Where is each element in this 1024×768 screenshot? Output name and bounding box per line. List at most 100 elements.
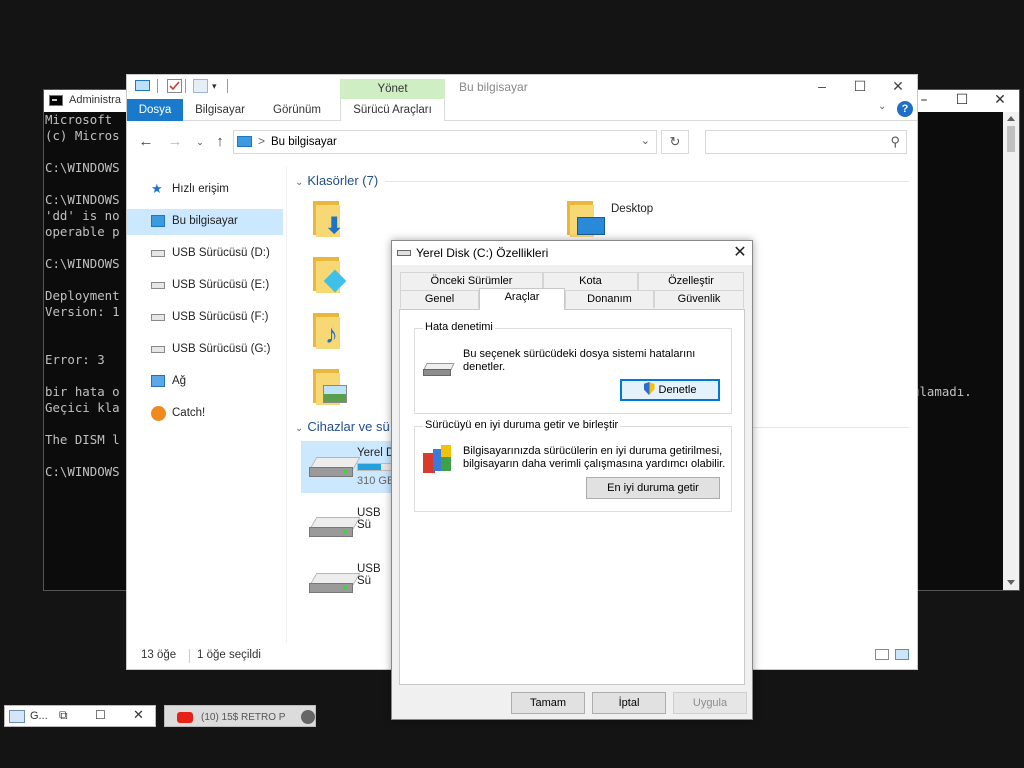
computer-icon	[151, 215, 165, 227]
ribbon-tabs: Dosya Bilgisayar Görünüm Sürücü Araçları	[127, 99, 917, 121]
scroll-up-icon[interactable]	[1007, 116, 1015, 121]
cancel-button[interactable]: İptal	[592, 692, 666, 714]
scroll-down-icon[interactable]	[1007, 580, 1015, 585]
tab-file[interactable]: Dosya	[127, 99, 183, 121]
optimize-group: Sürücüyü en iyi duruma getir ve birleşti…	[414, 419, 732, 512]
ribbon-expand-icon[interactable]: ⌄	[878, 101, 890, 117]
tab-hardware[interactable]: Donanım	[565, 290, 654, 308]
maximize-icon[interactable]: ☐	[95, 708, 106, 722]
folder-pictures[interactable]	[313, 369, 347, 405]
folder-music[interactable]: ♪	[313, 313, 343, 349]
navigation-pane: ★ Hızlı erişim Bu bilgisayar USB Sürücüs…	[127, 167, 287, 643]
cmd-maximize-button[interactable]: ☐	[943, 90, 981, 112]
picture-icon	[323, 385, 347, 403]
catch-icon	[151, 406, 166, 421]
music-note-icon: ♪	[325, 319, 338, 349]
scroll-thumb[interactable]	[1007, 126, 1015, 152]
cmd-icon	[49, 95, 63, 106]
sidebar-item-catch[interactable]: Catch!	[127, 401, 283, 427]
properties-check-icon[interactable]	[167, 79, 182, 93]
refresh-icon[interactable]: ↻	[661, 130, 689, 154]
close-button[interactable]: ✕	[728, 241, 752, 265]
recent-locations-icon[interactable]: ⌄	[189, 132, 211, 152]
large-icons-view-icon[interactable]	[895, 649, 909, 660]
computer-icon	[237, 136, 252, 147]
group-header-devices[interactable]: ⌄ Cihazlar ve sü	[295, 419, 390, 434]
desktop-icon	[577, 217, 605, 235]
defrag-icon	[423, 445, 453, 475]
breadcrumb[interactable]: Bu bilgisayar	[271, 136, 337, 148]
tab-tools[interactable]: Araçlar	[479, 288, 565, 310]
sidebar-item-usb-g[interactable]: USB Sürücüsü (G:)	[127, 337, 283, 363]
usb-drive-icon	[151, 314, 165, 321]
hard-drive-icon	[423, 363, 455, 377]
tools-panel: Hata denetimi Bu seçenek sürücüdeki dosy…	[399, 309, 745, 685]
usb-drive-icon	[151, 346, 165, 353]
restore-icon[interactable]: ⧉	[59, 708, 68, 723]
sidebar-item-usb-d[interactable]: USB Sürücüsü (D:)	[127, 241, 283, 267]
item-count: 13 öğe	[141, 649, 177, 661]
dialog-titlebar[interactable]: Yerel Disk (C:) Özellikleri ✕	[392, 241, 752, 265]
search-icon: ⚲	[890, 134, 900, 149]
tab-view[interactable]: Görünüm	[267, 99, 327, 121]
qat-dropdown-icon[interactable]: ▾	[212, 81, 217, 92]
uac-shield-icon	[643, 382, 655, 395]
close-icon[interactable]: ✕	[133, 707, 144, 723]
app-icon	[9, 710, 25, 723]
drive-item-usb[interactable]: USB Sü	[301, 557, 397, 607]
tab-general[interactable]: Genel	[400, 290, 479, 308]
usb-drive-icon	[151, 250, 165, 257]
hard-drive-icon	[309, 457, 361, 479]
properties-dialog[interactable]: Yerel Disk (C:) Özellikleri ✕ Önceki Sür…	[391, 240, 753, 720]
maximize-button[interactable]: ☐	[841, 75, 879, 99]
group-title: Sürücüyü en iyi duruma getir ve birleşti…	[423, 419, 621, 431]
error-check-description: Bu seçenek sürücüdeki dosya sistemi hata…	[463, 348, 696, 373]
breadcrumb-separator: >	[258, 134, 266, 148]
drive-item-usb[interactable]: USB Sü	[301, 501, 397, 551]
chevron-down-icon[interactable]: ⌄	[641, 134, 650, 147]
drive-size: 310 GB	[357, 475, 395, 487]
up-arrow-icon[interactable]: ↑	[209, 132, 231, 152]
minimize-button[interactable]: –	[803, 75, 841, 99]
folder-downloads[interactable]: ⬇	[313, 201, 343, 238]
taskbar-thumbnail[interactable]: (10) 15$ RETRO P	[164, 705, 316, 727]
taskbar-thumbnail[interactable]: G... ⧉ ☐ ✕	[4, 705, 156, 727]
window-title: Bu bilgisayar	[459, 80, 528, 94]
ribbon-context-group: Yönet	[340, 79, 445, 99]
cmd-scrollbar[interactable]	[1003, 112, 1019, 590]
folder-desktop[interactable]	[567, 201, 605, 237]
tab-drive-tools[interactable]: Sürücü Araçları	[340, 99, 445, 121]
help-icon[interactable]: ?	[897, 101, 913, 117]
tab-computer[interactable]: Bilgisayar	[189, 99, 251, 121]
usb-drive-icon	[309, 573, 361, 595]
sidebar-item-usb-e[interactable]: USB Sürücüsü (E:)	[127, 273, 283, 299]
sidebar-item-this-pc[interactable]: Bu bilgisayar	[127, 209, 283, 235]
network-icon	[151, 375, 165, 387]
folder-3d-objects[interactable]	[313, 257, 347, 293]
check-button[interactable]: Denetle	[620, 379, 720, 401]
tab-customize[interactable]: Özelleştir	[638, 272, 744, 290]
sidebar-item-network[interactable]: Ağ	[127, 369, 283, 395]
drive-label: Yerel D	[357, 447, 395, 459]
apply-button[interactable]: Uygula	[673, 692, 747, 714]
ok-button[interactable]: Tamam	[511, 692, 585, 714]
address-bar[interactable]: > Bu bilgisayar ⌄	[233, 130, 657, 154]
star-icon: ★	[151, 181, 163, 196]
group-header-folders[interactable]: ⌄ Klasörler (7)	[295, 173, 378, 188]
back-arrow-icon[interactable]: ←	[135, 132, 157, 152]
sidebar-item-usb-f[interactable]: USB Sürücüsü (F:)	[127, 305, 283, 331]
tab-security[interactable]: Güvenlik	[654, 290, 744, 308]
search-input[interactable]: ⚲	[705, 130, 907, 154]
explorer-titlebar[interactable]: ▾ Bu bilgisayar – ☐ ✕	[127, 75, 917, 99]
optimize-button[interactable]: En iyi duruma getir	[586, 477, 720, 499]
cmd-close-button[interactable]: ✕	[981, 90, 1019, 112]
sidebar-item-quick-access[interactable]: ★ Hızlı erişim	[127, 177, 283, 203]
close-button[interactable]: ✕	[879, 75, 917, 99]
group-title: Hata denetimi	[423, 321, 495, 333]
cmd-title: Administra	[69, 94, 121, 106]
drive-item-c[interactable]: Yerel D 310 GB	[301, 441, 397, 493]
details-view-icon[interactable]	[875, 649, 889, 660]
new-folder-icon[interactable]	[193, 79, 208, 93]
folder-label: Desktop	[611, 203, 654, 215]
forward-arrow-icon[interactable]: →	[164, 132, 186, 152]
